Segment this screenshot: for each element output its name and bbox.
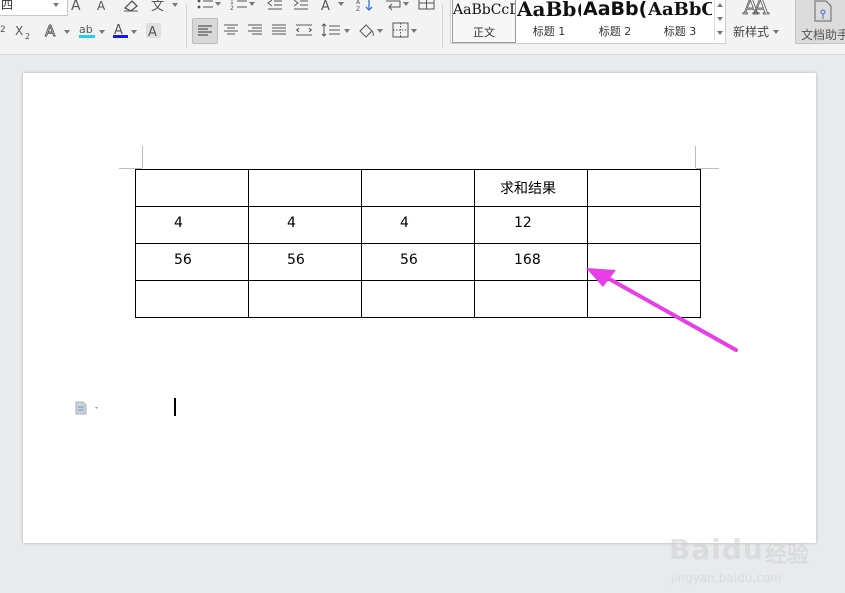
- baidu-jingyan-watermark: Baidu 经验 jingyan.baidu.com: [669, 533, 810, 585]
- arrow-shaft: [602, 274, 738, 352]
- annotation-arrow: [586, 268, 738, 352]
- arrow-head: [586, 268, 616, 287]
